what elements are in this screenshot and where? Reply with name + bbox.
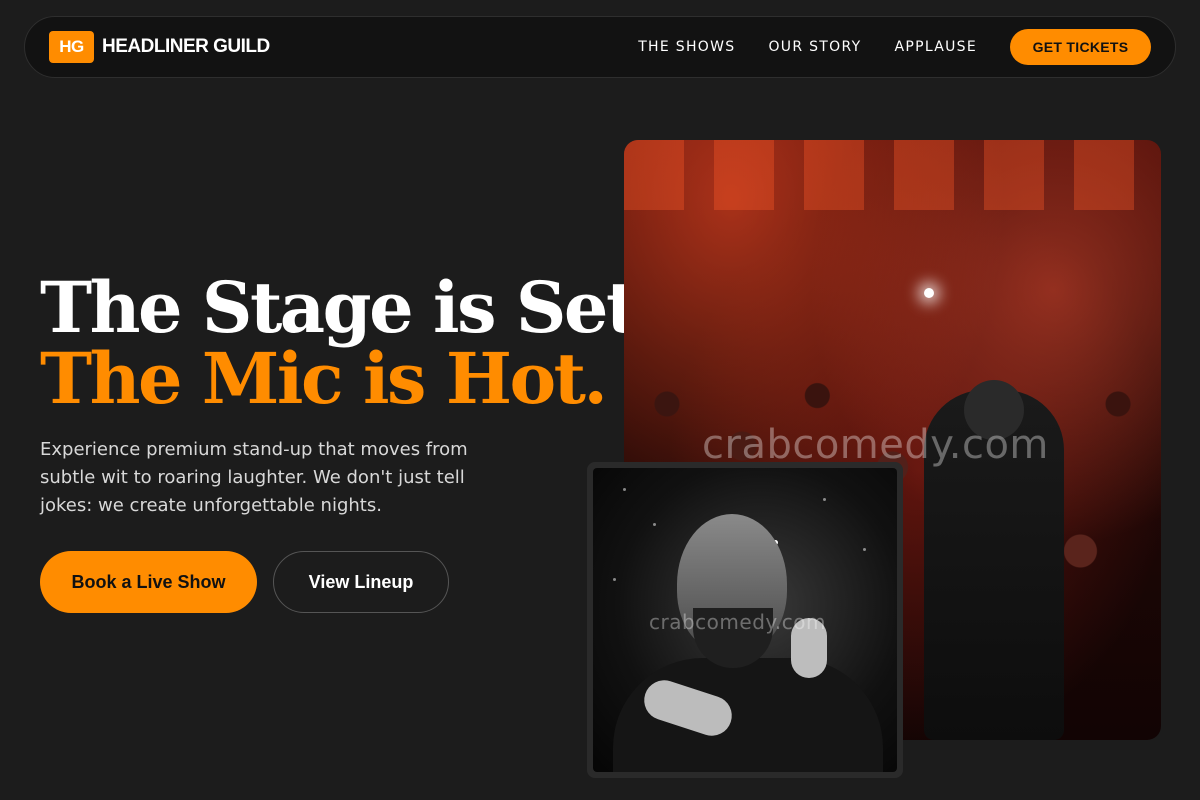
nav-link-the-shows[interactable]: THE SHOWS (638, 39, 735, 55)
brand-mark-icon: HG (49, 31, 94, 63)
bokeh-dot (653, 523, 656, 526)
nav-link-applause[interactable]: APPLAUSE (894, 39, 977, 55)
phone-flash-light (924, 288, 934, 298)
comedian-photo-watermark: crabcomedy.com (649, 610, 826, 634)
hero-title: The Stage is Set. The Mic is Hot. (40, 266, 660, 420)
nav-link-our-story[interactable]: OUR STORY (768, 39, 861, 55)
brand-logo[interactable]: HG HEADLINER GUILD (49, 31, 270, 63)
nav-links: THE SHOWS OUR STORY APPLAUSE GET TICKETS (638, 29, 1151, 65)
bokeh-dot (613, 578, 616, 581)
get-tickets-button[interactable]: GET TICKETS (1010, 29, 1151, 65)
top-navbar: HG HEADLINER GUILD THE SHOWS OUR STORY A… (24, 16, 1176, 78)
bokeh-dot (623, 488, 626, 491)
hero-subtitle: Experience premium stand-up that moves f… (40, 439, 468, 516)
stage-lights (624, 140, 1161, 210)
bokeh-dot (823, 498, 826, 501)
comedian-portrait-inner: crabcomedy.com (593, 468, 897, 772)
bokeh-dot (863, 548, 866, 551)
hero-title-line-2: The Mic is Hot. (40, 337, 608, 420)
view-lineup-button[interactable]: View Lineup (273, 551, 449, 613)
hero-title-line-1: The Stage is Set. (40, 266, 660, 349)
book-live-show-button[interactable]: Book a Live Show (40, 551, 257, 613)
comedian-portrait-photo: crabcomedy.com (587, 462, 903, 778)
brand-name: HEADLINER GUILD (102, 36, 270, 57)
